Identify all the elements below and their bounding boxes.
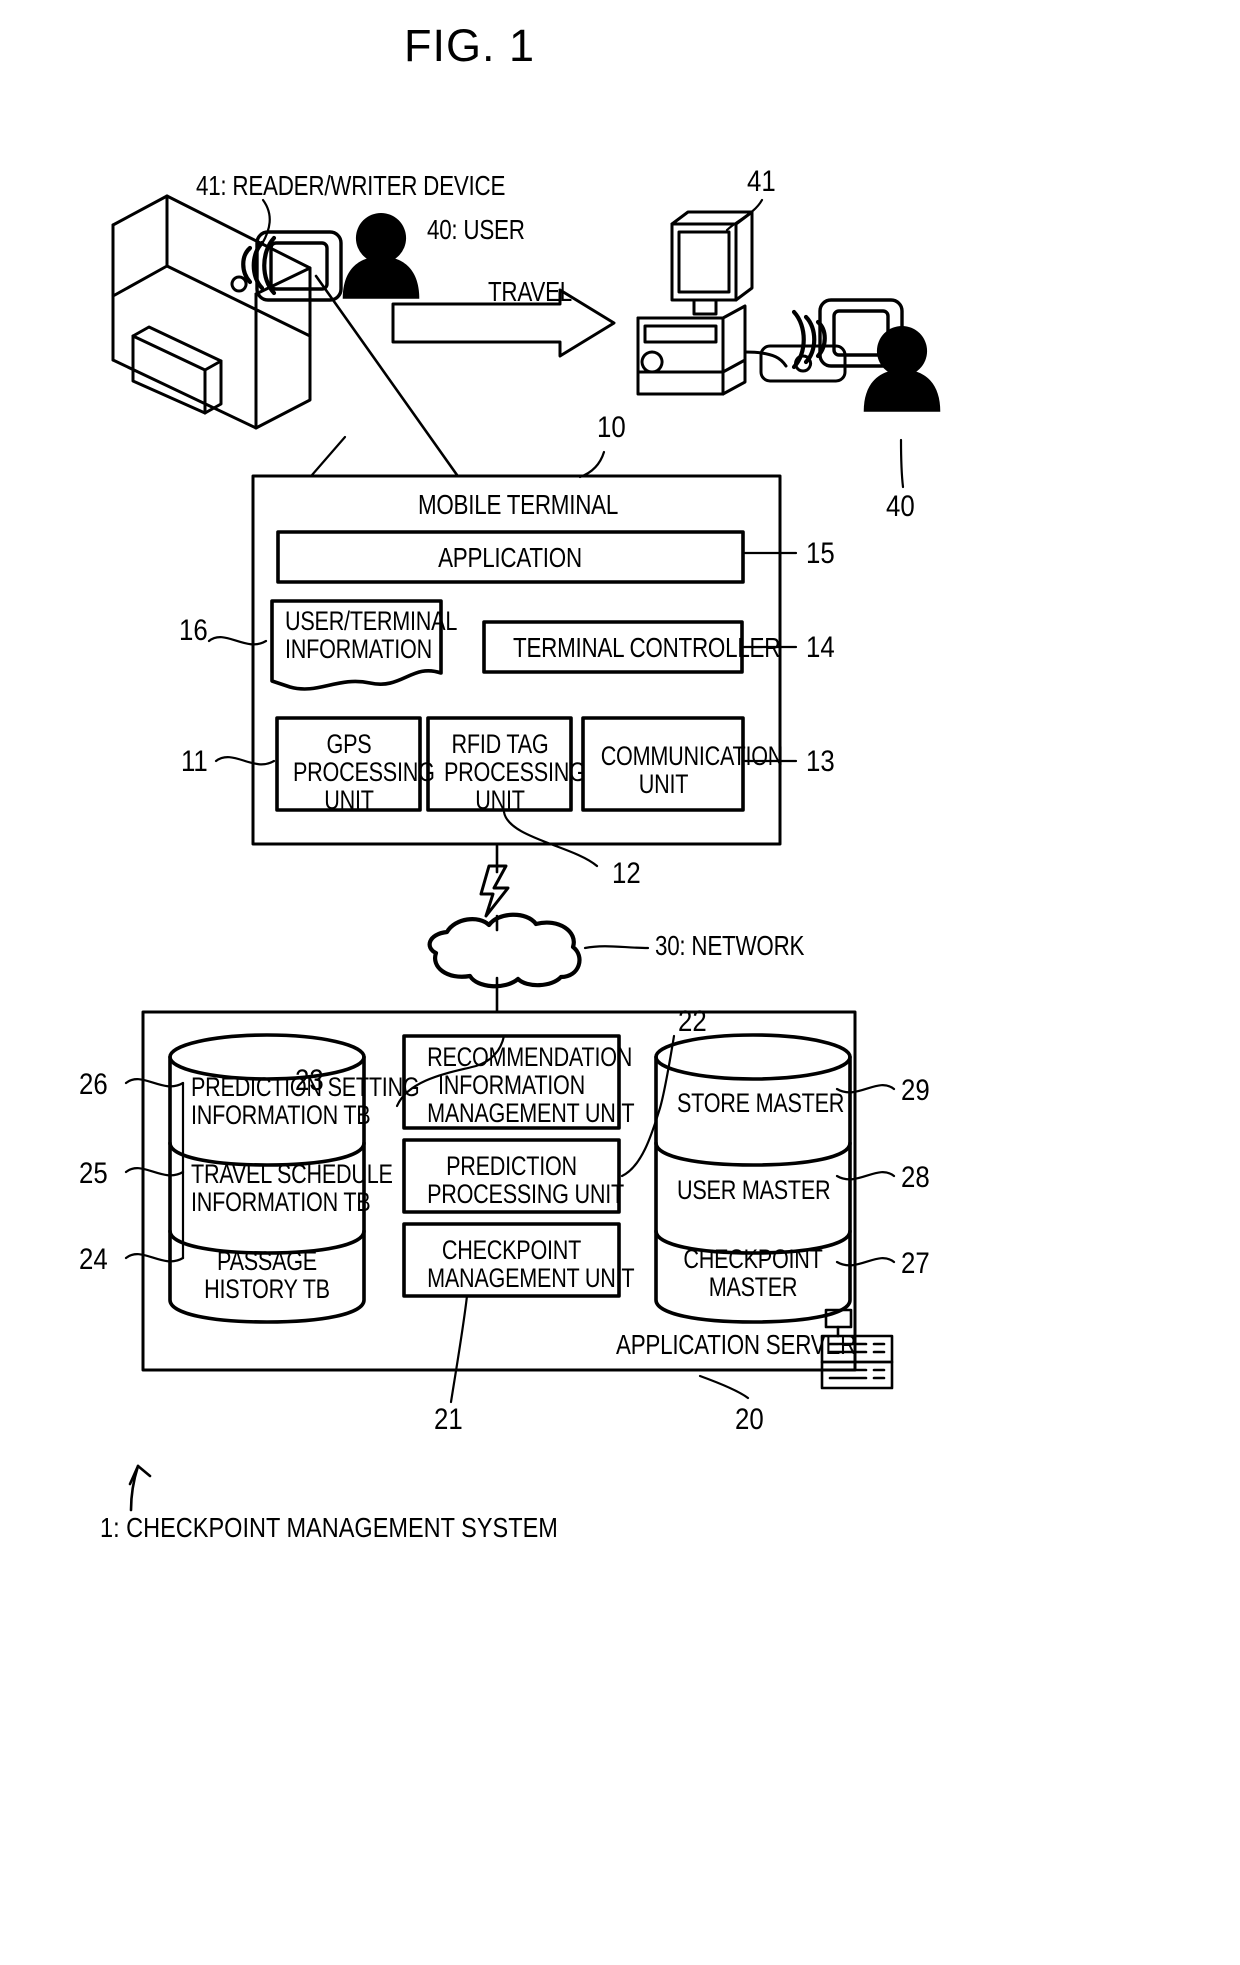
checkpoint-management-unit-label: CHECKPOINT MANAGEMENT UNIT — [427, 1235, 635, 1294]
reader-writer-number-right: 41 — [747, 165, 776, 198]
terminal-controller-label: TERMINAL CONTROLLER — [513, 632, 781, 663]
system-caption-arrow — [128, 1464, 152, 1512]
rfid-tag-processing-unit-ref: 12 — [612, 857, 641, 890]
user-number-right: 40 — [886, 490, 915, 523]
communication-unit-label: COMMUNICATION UNIT — [600, 741, 784, 800]
mobile-terminal-ref: 10 — [597, 411, 626, 444]
network-label: 30: NETWORK — [655, 930, 805, 961]
travel-schedule-tb-label: TRAVEL SCHEDULE INFORMATION TB — [191, 1159, 393, 1218]
rfid-tag-processing-unit-label: RFID TAG PROCESSING UNIT — [444, 729, 586, 816]
terminal-controller-ref: 14 — [806, 631, 835, 664]
passage-history-tb-ref: 24 — [79, 1243, 108, 1276]
user-label: 40: USER — [427, 214, 525, 245]
communication-unit-ref: 13 — [806, 745, 835, 778]
figure-title: FIG. 1 — [404, 20, 536, 71]
checkpoint-master-ref: 27 — [901, 1247, 930, 1280]
user-master-label: USER MASTER — [677, 1175, 831, 1205]
passage-history-tb-label: PASSAGE HISTORY TB — [204, 1246, 330, 1305]
user-terminal-information-label: USER/TERMINAL INFORMATION — [285, 606, 458, 665]
mobile-terminal-title: MOBILE TERMINAL — [417, 489, 619, 520]
system-caption: 1: CHECKPOINT MANAGEMENT SYSTEM — [100, 1512, 558, 1543]
recommendation-unit-label: RECOMMENDATION INFORMATION MANAGEMENT UN… — [427, 1042, 635, 1129]
travel-label: TRAVEL — [487, 276, 573, 307]
patent-figure-1: FIG. 1 41: READER/WRITER DEVICE 40: USER… — [0, 0, 1240, 1965]
prediction-processing-unit-label: PREDICTION PROCESSING UNIT — [427, 1151, 624, 1210]
store-master-ref: 29 — [901, 1074, 930, 1107]
user-person-icon-right — [863, 325, 941, 412]
user-person-icon-left — [342, 212, 420, 299]
user-master-ref: 28 — [901, 1161, 930, 1194]
application-server-title: APPLICATION SERVER — [616, 1329, 857, 1360]
prediction-processing-unit-ref: 22 — [678, 1005, 707, 1038]
checkpoint-management-unit-ref: 21 — [434, 1403, 463, 1436]
user-terminal-information-ref: 16 — [179, 614, 208, 647]
network-cloud-icon — [427, 912, 582, 989]
reader-writer-label: 41: READER/WRITER DEVICE — [196, 170, 506, 201]
pos-register-icon — [636, 210, 754, 396]
application-block-label: APPLICATION — [438, 542, 582, 573]
prediction-setting-tb-label: PREDICTION SETTING INFORMATION TB — [191, 1072, 420, 1131]
gps-processing-unit-ref: 11 — [181, 745, 208, 778]
prediction-setting-tb-ref: 26 — [79, 1068, 108, 1101]
application-ref: 15 — [806, 537, 835, 570]
store-master-label: STORE MASTER — [677, 1088, 845, 1118]
application-server-ref: 20 — [735, 1403, 764, 1436]
wireless-link-icon — [479, 864, 510, 918]
figure-linework — [111, 194, 941, 1512]
travel-schedule-tb-ref: 25 — [79, 1157, 108, 1190]
checkpoint-master-label: CHECKPOINT MASTER — [683, 1244, 823, 1303]
gps-processing-unit-label: GPS PROCESSING UNIT — [293, 729, 435, 816]
